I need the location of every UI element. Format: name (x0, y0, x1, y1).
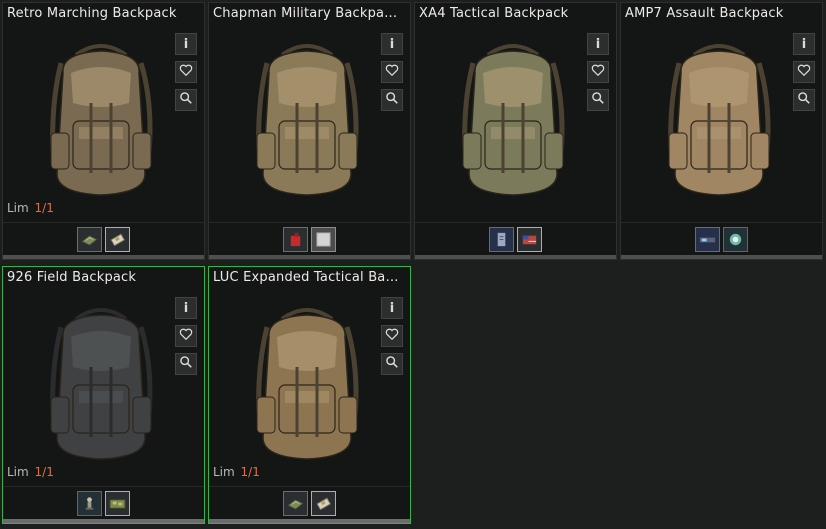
attachment-slots (621, 222, 822, 255)
backpack-image (21, 33, 181, 208)
backpack-card[interactable]: AMP7 Assault Backpack i (620, 2, 823, 260)
badge-item[interactable] (723, 226, 748, 252)
card-footer-bar (3, 255, 204, 259)
backpack-image (639, 33, 799, 208)
limit-label: Lim (7, 201, 29, 215)
attachment-slots (209, 486, 410, 519)
limit-label: Lim (213, 465, 235, 479)
mat-item[interactable] (283, 490, 308, 516)
flag-item[interactable] (517, 226, 542, 252)
card-title: AMP7 Assault Backpack (625, 6, 784, 21)
magnifier-icon (797, 91, 811, 109)
limit-label: Lim (7, 465, 29, 479)
plate-item[interactable] (311, 226, 336, 252)
card-footer-bar (209, 519, 410, 523)
heart-icon (385, 63, 399, 81)
heart-icon (385, 327, 399, 345)
limit-indicator: Lim 1/1 (7, 465, 54, 479)
heart-icon (797, 63, 811, 81)
heart-icon (591, 63, 605, 81)
attachment-slots (415, 222, 616, 255)
limit-value: 1/1 (34, 465, 54, 479)
attachment-slots (3, 486, 204, 519)
attachment-slots (209, 222, 410, 255)
backpack-image (227, 33, 387, 208)
backpack-card[interactable]: LUC Expanded Tactical Bac... i Lim 1/1 (208, 266, 411, 524)
backpack-card[interactable]: Chapman Military Backpa... i (208, 2, 411, 260)
chip-item[interactable] (105, 226, 130, 252)
magnifier-icon (179, 91, 193, 109)
card-footer-bar (209, 255, 410, 259)
limit-indicator: Lim 1/1 (213, 465, 260, 479)
card-title: 926 Field Backpack (7, 270, 137, 285)
figurine-item[interactable] (77, 490, 102, 516)
mat-item[interactable] (77, 226, 102, 252)
card-title: XA4 Tactical Backpack (419, 6, 569, 21)
fuel-can-item[interactable] (283, 226, 308, 252)
card-footer-bar (415, 255, 616, 259)
heart-icon (179, 63, 193, 81)
backpack-card[interactable]: Retro Marching Backpack i Lim 1/1 (2, 2, 205, 260)
chip-item[interactable] (311, 490, 336, 516)
card-title: Chapman Military Backpa... (213, 6, 398, 21)
document-item[interactable] (489, 226, 514, 252)
electronic-item[interactable] (695, 226, 720, 252)
limit-value: 1/1 (34, 201, 54, 215)
backpack-card[interactable]: 926 Field Backpack i Lim 1/1 (2, 266, 205, 524)
backpack-image (227, 297, 387, 472)
magnifier-icon (591, 91, 605, 109)
limit-value: 1/1 (240, 465, 260, 479)
backpack-image (433, 33, 593, 208)
limit-indicator: Lim 1/1 (7, 201, 54, 215)
magnifier-icon (385, 355, 399, 373)
magnifier-icon (385, 91, 399, 109)
backpack-card[interactable]: XA4 Tactical Backpack i (414, 2, 617, 260)
card-footer-bar (3, 519, 204, 523)
attachment-slots (3, 222, 204, 255)
heart-icon (179, 327, 193, 345)
card-footer-bar (621, 255, 822, 259)
card-title: Retro Marching Backpack (7, 6, 177, 21)
backpack-image (21, 297, 181, 472)
circuit-board-item[interactable] (105, 490, 130, 516)
magnifier-icon (179, 355, 193, 373)
card-title: LUC Expanded Tactical Bac... (213, 270, 404, 285)
